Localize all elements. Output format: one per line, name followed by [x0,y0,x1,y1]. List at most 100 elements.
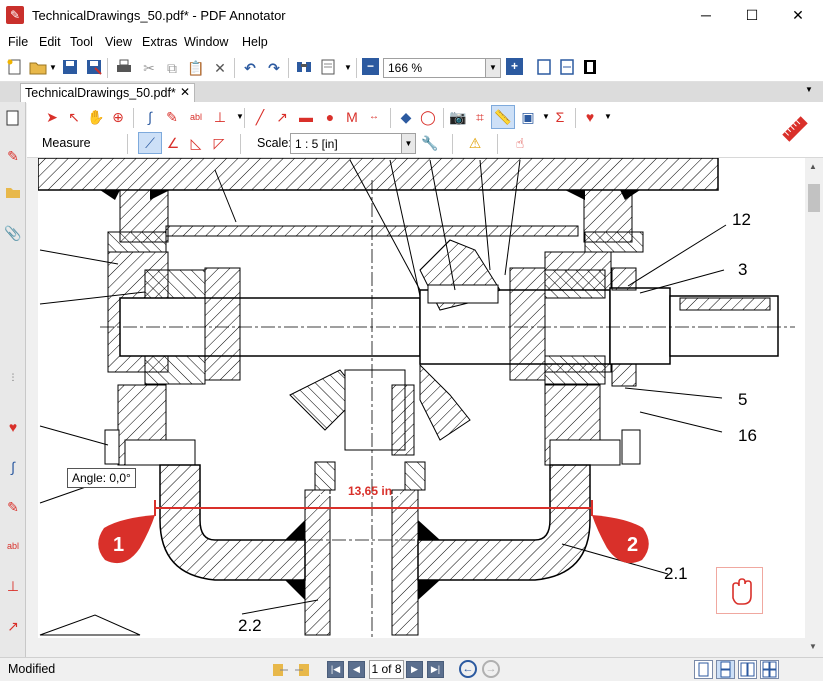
zoom-in-button[interactable]: + [506,58,523,75]
menu-view[interactable]: View [105,35,132,49]
ruler-large-icon[interactable] [780,114,810,144]
stamp-tool-icon[interactable]: ⊥ [210,107,230,127]
select-text-icon[interactable]: ↖ [64,107,84,127]
last-page-button[interactable]: ▶| [427,661,444,678]
dimension-tool-icon[interactable]: ↔ [364,107,384,127]
arrow-tool-icon[interactable]: ↗ [3,616,23,636]
page-icon[interactable] [318,58,338,78]
copy-icon[interactable]: ⧉ [162,58,182,78]
two-page-view-icon[interactable] [738,660,757,679]
highlighter-icon[interactable]: ✎ [3,497,23,517]
next-document-icon[interactable] [294,661,311,678]
find-icon[interactable] [294,58,314,78]
delete-icon[interactable]: ✕ [210,58,230,78]
lasso-icon[interactable]: ◯ [418,107,438,127]
zoom-dropdown-icon[interactable]: ▼ [485,59,500,77]
calibrate-icon[interactable]: ⚠ [465,133,485,153]
sidebar-grip-icon[interactable]: ⋮ [3,367,23,387]
annotations-panel-icon[interactable]: ✎ [3,146,23,166]
tab-close-icon[interactable]: ✕ [180,85,190,99]
attachments-panel-icon[interactable]: 📎 [3,223,23,243]
maximize-button[interactable]: ☐ [729,0,775,31]
line-tool-icon[interactable]: ╱ [250,107,270,127]
full-screen-icon[interactable] [580,58,600,78]
new-document-icon[interactable] [5,58,25,78]
redo-icon[interactable]: ↷ [264,58,284,78]
back-icon[interactable]: ← [459,660,477,678]
undo-icon[interactable]: ↶ [240,58,260,78]
ellipse-tool-icon[interactable]: ● [320,107,340,127]
menu-window[interactable]: Window [184,35,228,49]
first-page-button[interactable]: |◀ [327,661,344,678]
favorites-panel-icon[interactable]: ♥ [3,417,23,437]
cut-icon[interactable]: ✂ [139,58,159,78]
minimize-button[interactable]: ─ [683,0,729,31]
wrench-icon[interactable]: 🔧 [420,133,440,153]
favorites-icon[interactable]: ♥ [580,107,600,127]
tab-list-dropdown-icon[interactable]: ▼ [805,85,813,94]
perimeter-icon[interactable]: ◸ [209,133,229,153]
close-button[interactable]: ✕ [775,0,821,31]
menu-file[interactable]: File [8,35,28,49]
page-panel-icon[interactable] [3,110,23,130]
area-icon[interactable]: ◺ [186,133,206,153]
hand-pointer-icon[interactable]: ☝ [510,133,530,153]
pen-tool-icon[interactable]: ∫ [3,457,23,477]
fit-page-icon[interactable] [534,58,554,78]
crop-icon[interactable]: ⌗ [470,107,490,127]
pen-icon[interactable]: ∫ [140,107,160,127]
page-dropdown-icon[interactable]: ▼ [338,58,358,78]
scale-input[interactable]: 1 : 5 [in] [290,133,416,154]
scroll-thumb[interactable] [808,184,820,212]
sum-icon[interactable]: Σ [550,107,570,127]
page-indicator[interactable]: 1 of 8 [369,660,404,679]
fit-width-icon[interactable] [557,58,577,78]
horizontal-scrollbar[interactable] [38,638,805,657]
document-view[interactable]: 12 3 5 16 2.1 2.2 13,65 in 1 2 [38,158,805,638]
single-page-view-icon[interactable] [694,660,713,679]
polygon-tool-icon[interactable]: M [342,107,362,127]
arrow-line-icon[interactable]: ↗ [272,107,292,127]
typewriter-icon[interactable]: abl [186,107,206,127]
select-tool-icon[interactable]: ➤ [42,107,62,127]
prev-document-icon[interactable] [272,661,289,678]
prev-page-button[interactable]: ◀ [348,661,365,678]
save-icon[interactable] [60,58,80,78]
stamp-dropdown-icon[interactable]: ▼ [230,107,250,127]
insert-image-icon[interactable]: ▣ [518,107,538,127]
document-tab[interactable]: TechnicalDrawings_50.pdf* [20,83,195,103]
rectangle-tool-icon[interactable]: ▬ [296,107,316,127]
menu-help[interactable]: Help [242,35,268,49]
zoom-input[interactable]: 166 % [383,58,501,78]
eraser-icon[interactable]: ◆ [396,107,416,127]
pdf-annotator-icon[interactable]: ✎ [6,6,24,24]
paste-icon[interactable]: 📋 [186,58,206,78]
scroll-up-icon[interactable]: ▲ [809,162,817,171]
angle-icon[interactable]: ∠ [163,133,183,153]
pan-hand-button[interactable] [716,567,763,614]
folder-panel-icon[interactable] [3,184,23,204]
menu-edit[interactable]: Edit [39,35,61,49]
scale-dropdown-icon[interactable]: ▼ [401,134,415,153]
zoom-tool-icon[interactable]: ⊕ [108,107,128,127]
menu-extras[interactable]: Extras [142,35,177,49]
next-page-button[interactable]: ▶ [406,661,423,678]
text-tool-icon[interactable]: abl [3,536,23,556]
vertical-scrollbar[interactable]: ▲ ▼ [805,158,823,657]
ruler-icon[interactable]: 📏 [493,107,513,127]
print-icon[interactable] [114,58,134,78]
continuous-view-icon[interactable] [716,660,735,679]
camera-icon[interactable]: 📷 [448,107,468,127]
menu-tool[interactable]: Tool [70,35,93,49]
scroll-down-icon[interactable]: ▼ [809,642,817,651]
forward-icon[interactable]: → [482,660,500,678]
hand-tool-icon[interactable]: ✋ [86,107,106,127]
two-page-continuous-view-icon[interactable] [760,660,779,679]
stamp-icon[interactable]: ⊥ [3,576,23,596]
favorites-dropdown-icon[interactable]: ▼ [598,107,618,127]
zoom-out-button[interactable]: − [362,58,379,75]
save-as-icon[interactable] [84,58,104,78]
distance-icon[interactable]: ⟋ [140,133,160,153]
marker-icon[interactable]: ✎ [162,107,182,127]
callout-2-marker [592,515,649,564]
